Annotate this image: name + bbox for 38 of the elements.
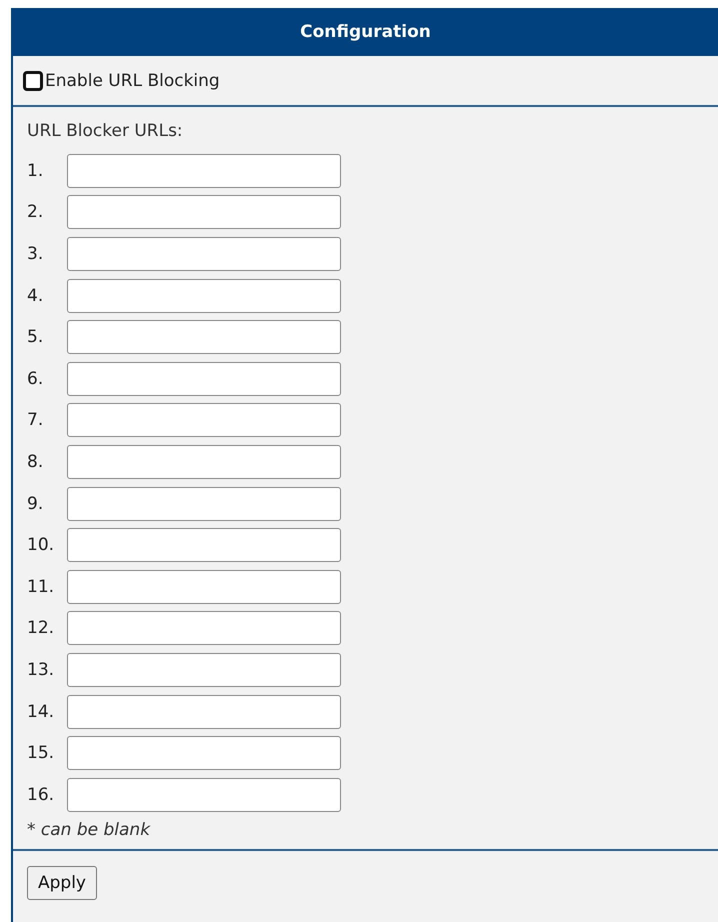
url-field[interactable] xyxy=(67,195,341,230)
row-number: 4. xyxy=(27,286,44,306)
url-field[interactable] xyxy=(67,362,341,396)
row-number: 13. xyxy=(27,660,56,680)
row-number: 11. xyxy=(27,576,56,597)
row-number: 7. xyxy=(27,410,44,430)
url-field[interactable] xyxy=(67,778,341,812)
row-number: 6. xyxy=(27,368,44,389)
checkbox-label: Enable URL Blocking xyxy=(45,70,220,90)
row-number: 15. xyxy=(27,743,56,764)
section-label: URL Blocker URLs: xyxy=(27,121,184,141)
url-field[interactable] xyxy=(67,611,341,646)
url-field[interactable] xyxy=(67,486,341,521)
url-field[interactable] xyxy=(67,570,341,604)
row-number: 3. xyxy=(27,244,44,264)
row-number: 16. xyxy=(27,784,56,805)
row-number: 10. xyxy=(27,535,56,556)
url-field[interactable] xyxy=(67,403,341,438)
row-number: 5. xyxy=(27,327,44,348)
url-field[interactable] xyxy=(67,236,341,271)
url-field[interactable] xyxy=(67,320,341,354)
apply-button[interactable]: Apply xyxy=(27,866,97,900)
note-text: *can be blank xyxy=(27,820,152,840)
url-field[interactable] xyxy=(67,652,341,687)
url-field[interactable] xyxy=(67,278,341,313)
url-field[interactable] xyxy=(67,694,341,729)
row-number: 12. xyxy=(27,618,56,638)
row-number: 14. xyxy=(27,702,56,722)
url-field[interactable] xyxy=(67,154,341,188)
row-number: 9. xyxy=(27,494,44,514)
row-number: 2. xyxy=(27,202,44,222)
row-number: 1. xyxy=(27,160,44,181)
row-number: 8. xyxy=(27,452,44,472)
url-field[interactable] xyxy=(67,444,341,479)
checkbox[interactable] xyxy=(23,70,43,90)
url-field[interactable] xyxy=(67,736,341,770)
url-field[interactable] xyxy=(67,528,341,562)
panel-title: Configuration xyxy=(13,8,718,56)
